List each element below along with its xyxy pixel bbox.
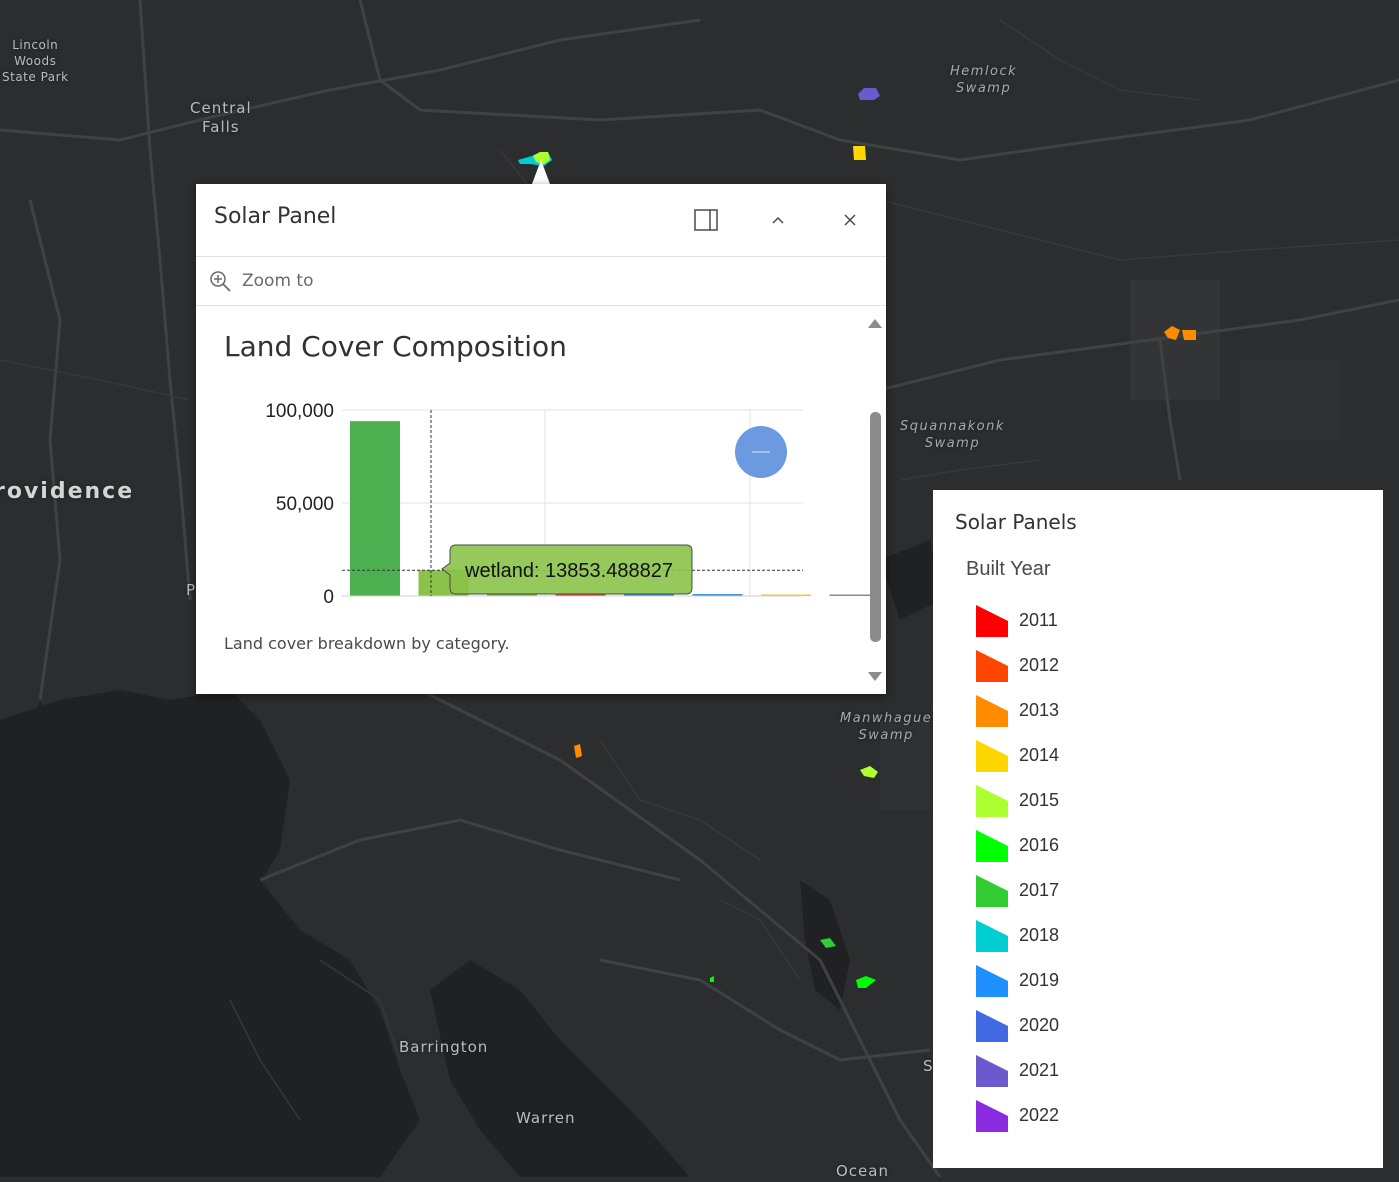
map-label-lincoln-woods: Lincoln Woods State Park	[2, 38, 69, 84]
legend-item: 2014	[975, 733, 1059, 778]
map-label-ocean: Ocean	[836, 1162, 889, 1180]
popup-actions-bar: Zoom to	[196, 256, 886, 306]
legend-swatch	[976, 919, 1008, 952]
legend-swatch	[976, 1099, 1008, 1132]
legend-item: 2022	[975, 1093, 1059, 1138]
close-icon	[844, 214, 856, 226]
chart-tooltip-text: wetland: 13853.488827	[464, 560, 673, 582]
map-label-central-falls: Central Falls	[190, 99, 252, 136]
y-tick-label: 0	[323, 587, 334, 608]
legend-item-label: 2022	[1019, 1105, 1060, 1125]
map-label-manwhague-swamp: Manwhague Swamp	[840, 711, 933, 743]
legend-list: 2011 2012 2013 2014 2015 2016 2017 2018 2019 2020…	[975, 598, 1059, 1138]
popup-scrollbar[interactable]	[864, 306, 886, 694]
legend-item-label: 2011	[1019, 610, 1058, 630]
legend-item-label: 2015	[1019, 790, 1060, 810]
legend-item: 2011	[975, 598, 1059, 643]
legend-subtitle: Built Year	[966, 558, 1051, 580]
legend-item-label: 2021	[1019, 1060, 1060, 1080]
map-label-fragment-s: S	[923, 1057, 934, 1075]
y-tick-label: 100,000	[265, 401, 334, 422]
zoom-in-icon	[210, 271, 231, 292]
legend-item-label: 2019	[1019, 970, 1060, 990]
popup-pointer	[532, 160, 550, 184]
legend-item: 2015	[975, 778, 1059, 823]
legend-swatch	[976, 1054, 1008, 1087]
dock-icon	[694, 209, 718, 231]
triangle-down-icon	[868, 672, 882, 681]
legend-swatch	[976, 694, 1008, 727]
map-label-providence: rovidence	[0, 479, 135, 504]
legend-item: 2021	[975, 1048, 1059, 1093]
legend-item: 2017	[975, 868, 1059, 913]
zoom-to-label: Zoom to	[242, 271, 314, 291]
collapse-button[interactable]	[760, 202, 796, 238]
scrollbar-thumb	[870, 412, 881, 642]
legend-item: 2016	[975, 823, 1059, 868]
legend-item-label: 2020	[1019, 1015, 1060, 1035]
scrollbar-graphics	[868, 319, 882, 681]
legend-swatch	[976, 739, 1008, 772]
map-label-hemlock-swamp: Hemlock Swamp	[950, 64, 1018, 96]
popup-content: Land Cover Composition 100,000 50,000 0 wet…	[196, 306, 880, 694]
map-label-squannakonk-swamp: Squannakonk Swamp	[900, 419, 1005, 451]
legend-swatch	[976, 874, 1008, 907]
map-label-warren: Warren	[516, 1109, 576, 1127]
legend-item-label: 2013	[1019, 700, 1060, 720]
legend-swatch	[976, 604, 1008, 637]
legend-swatch	[976, 829, 1008, 862]
close-button[interactable]	[832, 202, 868, 238]
legend-swatch	[976, 649, 1008, 682]
map-label-barrington: Barrington	[399, 1038, 489, 1056]
legend-item-label: 2018	[1019, 925, 1060, 945]
legend-item-label: 2014	[1019, 745, 1060, 765]
legend-item: 2013	[975, 688, 1059, 733]
map-label-fragment-p: P	[186, 581, 197, 599]
legend-swatch	[976, 964, 1008, 997]
legend-panel: Solar Panels Built Year 2011 2012 2013 2014…	[933, 490, 1383, 1168]
legend-swatch	[976, 784, 1008, 817]
popup-title: Solar Panel	[214, 204, 337, 229]
legend-item: 2012	[975, 643, 1059, 688]
legend-item-label: 2016	[1019, 835, 1060, 855]
triangle-up-icon	[868, 319, 882, 328]
y-tick-label: 50,000	[276, 494, 334, 515]
legend-item-label: 2012	[1019, 655, 1060, 675]
legend-item-label: 2017	[1019, 880, 1060, 900]
zoom-to-button[interactable]: Zoom to	[208, 268, 313, 294]
legend-item: 2019	[975, 958, 1059, 1003]
feature-popup: Solar Panel Zoom to Land Cover Compositi…	[196, 184, 886, 694]
legend-title: Solar Panels	[955, 510, 1077, 534]
dock-button[interactable]	[688, 202, 724, 238]
legend-swatch	[976, 1009, 1008, 1042]
chevron-up-icon	[772, 216, 784, 224]
chart-description: Land cover breakdown by category.	[224, 634, 510, 653]
legend-item: 2020	[975, 1003, 1059, 1048]
legend-item: 2018	[975, 913, 1059, 958]
popup-header: Solar Panel	[196, 184, 886, 257]
